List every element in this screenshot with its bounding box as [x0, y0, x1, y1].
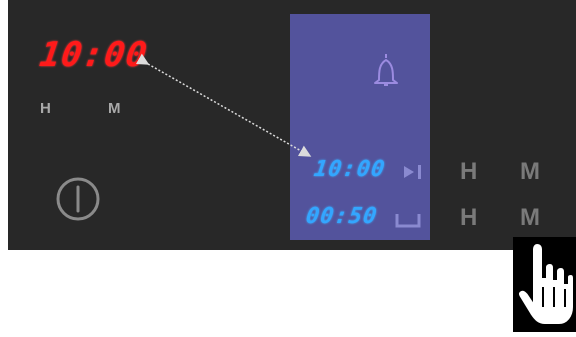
- duration-minutes-button[interactable]: M: [520, 204, 540, 232]
- clock-minutes-label: M: [108, 100, 121, 117]
- end-time-display: 10:00: [312, 157, 388, 182]
- duration-hours-button[interactable]: H: [460, 204, 477, 232]
- power-icon: [56, 177, 100, 221]
- end-time-icon: [402, 162, 424, 182]
- end-hours-button[interactable]: H: [460, 158, 477, 186]
- end-minutes-button[interactable]: M: [520, 158, 540, 186]
- duration-icon: [394, 210, 422, 230]
- clock-display: 10:00: [37, 35, 151, 75]
- duration-display: 00:50: [304, 204, 380, 229]
- hand-pointer-icon: [513, 237, 576, 332]
- clock-hours-label: H: [40, 100, 51, 117]
- power-button[interactable]: [54, 175, 102, 223]
- bell-icon: [372, 52, 400, 90]
